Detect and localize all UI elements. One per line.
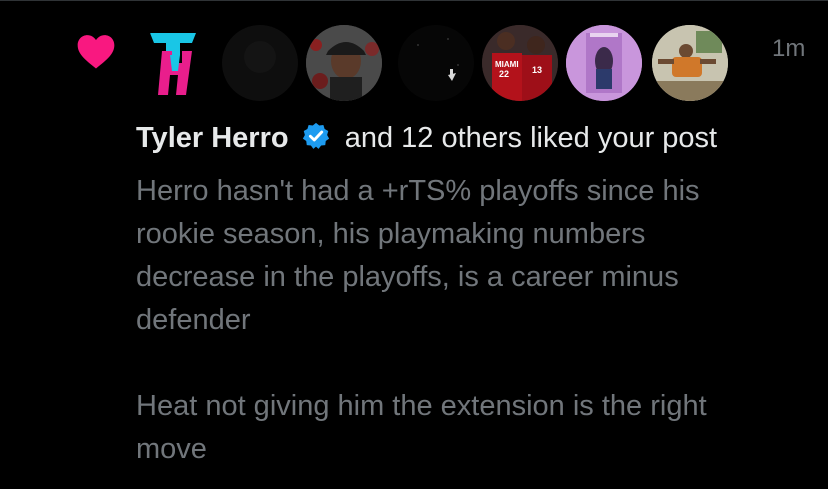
post-paragraph-2: Heat not giving him the extension is the… <box>136 390 707 465</box>
divider <box>0 0 828 1</box>
timestamp: 1m <box>772 35 806 62</box>
notification-summary: Tyler Herro and 12 others liked your pos… <box>136 121 717 155</box>
jersey-text-1: MIAMI <box>495 60 519 69</box>
heat-players-image: MIAMI 22 13 <box>482 25 558 101</box>
like-notification[interactable]: MIAMI 22 13 1m Tyler Herro and 12 others… <box>0 0 828 489</box>
post-paragraph-1: Herro hasn't had a +rTS% playoffs since … <box>136 175 700 336</box>
th-logo-avatar[interactable] <box>136 25 212 101</box>
man-cap-avatar[interactable] <box>306 25 382 101</box>
post-preview[interactable]: Herro hasn't had a +rTS% playoffs since … <box>136 170 816 471</box>
heart-icon <box>77 35 115 69</box>
night-stars-avatar[interactable] <box>398 25 474 101</box>
jersey-number-1: 22 <box>499 69 509 79</box>
th-logo-icon <box>150 33 196 95</box>
room-person-avatar[interactable] <box>652 25 728 101</box>
room-person-image <box>652 25 728 101</box>
dark-avatar-image <box>222 25 298 101</box>
heat-players-avatar[interactable]: MIAMI 22 13 <box>482 25 558 101</box>
night-stars-image <box>398 25 474 101</box>
pink-room-image <box>566 25 642 101</box>
liker-name[interactable]: Tyler Herro <box>136 122 289 154</box>
liked-text: and 12 others liked your post <box>344 122 718 154</box>
man-cap-image <box>306 25 382 101</box>
pink-room-avatar[interactable] <box>566 25 642 101</box>
jersey-number-2: 13 <box>532 65 542 75</box>
verified-badge-icon <box>302 122 329 149</box>
dark-avatar[interactable] <box>222 25 298 101</box>
